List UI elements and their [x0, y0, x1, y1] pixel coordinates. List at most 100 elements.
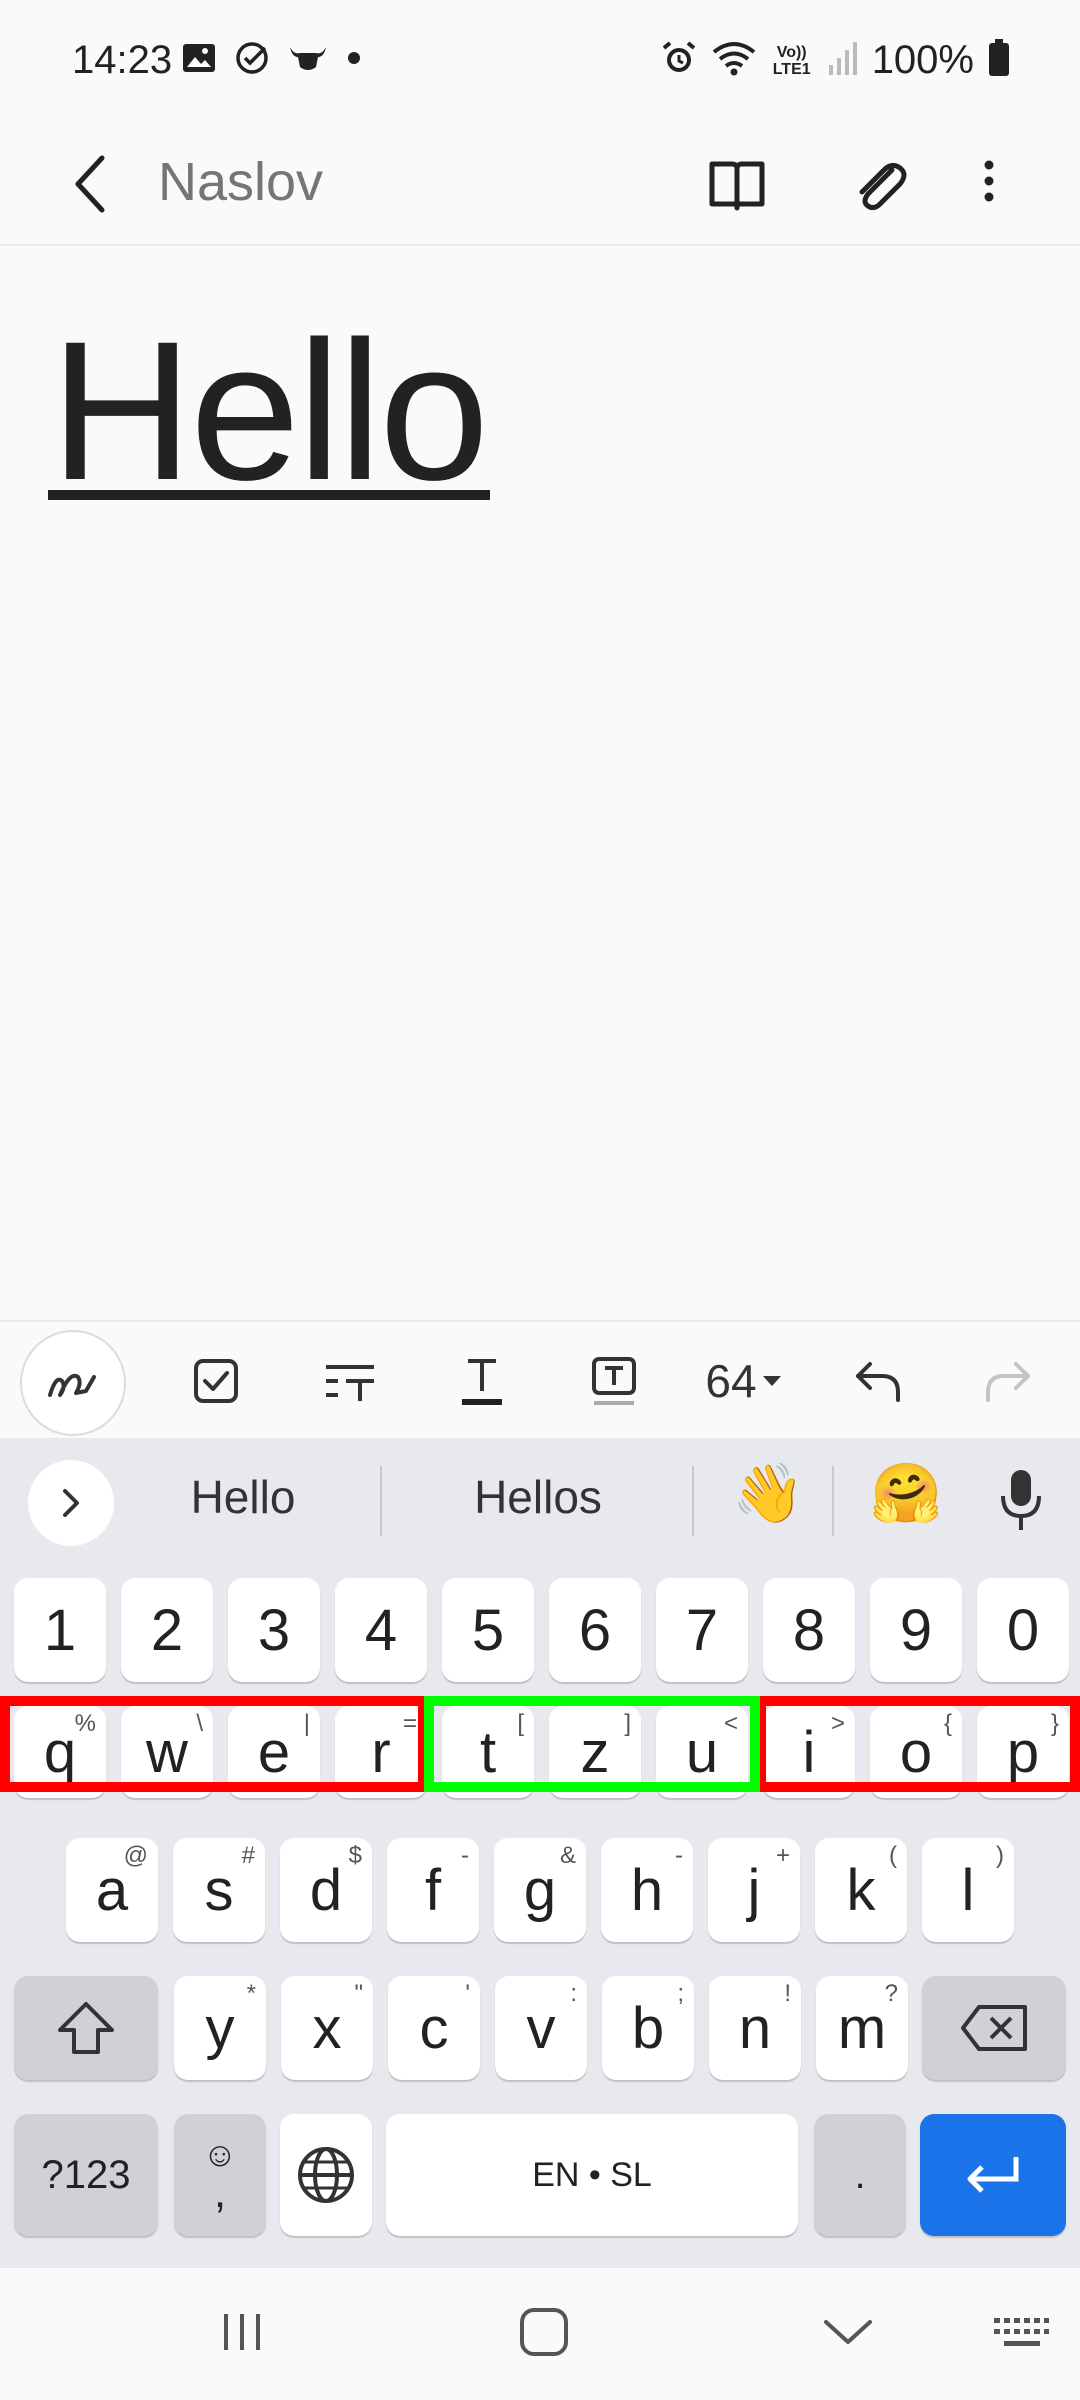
font-size-selector[interactable]: 64	[696, 1322, 792, 1440]
key-g-label: g	[523, 1857, 557, 1923]
enter-icon	[967, 2157, 1019, 2193]
paragraph-style-icon[interactable]	[320, 1322, 380, 1440]
key-n-hint: !	[784, 1980, 791, 2007]
key-k-hint: (	[889, 1842, 897, 1869]
key-v[interactable]: v:	[495, 1976, 587, 2080]
key-6[interactable]: 6	[549, 1578, 641, 1682]
signal-icon	[828, 41, 858, 80]
key-m[interactable]: m?	[816, 1976, 908, 2080]
recent-apps-icon[interactable]	[214, 2308, 270, 2361]
key-0[interactable]: 0	[977, 1578, 1069, 1682]
emoji-comma-key[interactable]: ☺,	[174, 2114, 266, 2236]
key-f[interactable]: f-	[387, 1838, 479, 1942]
status-time: 14:23	[72, 38, 173, 82]
key-l-label: l	[961, 1857, 975, 1923]
book-icon[interactable]	[706, 144, 768, 218]
backspace-key[interactable]	[922, 1976, 1066, 2080]
key-h-hint: -	[675, 1842, 683, 1869]
key-0-label: 0	[1006, 1597, 1040, 1663]
key-n[interactable]: n!	[709, 1976, 801, 2080]
suggestion-bar: Hello Hellos 👋 🤗	[0, 1438, 1080, 1562]
expand-toolbar-button[interactable]	[28, 1460, 114, 1546]
symbols-key-label: ?123	[41, 2152, 131, 2197]
key-v-label: v	[526, 1995, 556, 2061]
mic-icon[interactable]	[996, 1466, 1046, 1539]
key-3[interactable]: 3	[228, 1578, 320, 1682]
key-k[interactable]: k(	[815, 1838, 907, 1942]
key-d[interactable]: d $	[280, 1838, 372, 1942]
key-5-label: 5	[471, 1597, 505, 1663]
shift-icon	[58, 2002, 114, 2054]
key-j[interactable]: j +	[708, 1838, 800, 1942]
note-editor[interactable]: Hello	[0, 246, 1080, 1320]
key-l[interactable]: l)	[922, 1838, 1014, 1942]
bull-icon	[288, 43, 328, 78]
pen-icon[interactable]	[20, 1330, 126, 1436]
check-circle-icon	[234, 40, 270, 81]
enter-key[interactable]	[920, 2114, 1066, 2236]
undo-icon[interactable]	[848, 1322, 908, 1440]
key-l-hint: )	[996, 1842, 1004, 1869]
text-underline	[48, 490, 490, 500]
suggestion-divider	[380, 1466, 382, 1536]
key-d-label: d	[309, 1857, 343, 1923]
key-y-hint: *	[246, 1980, 256, 2007]
key-9[interactable]: 9	[870, 1578, 962, 1682]
key-v-hint: :	[570, 1980, 577, 2007]
key-y[interactable]: y *	[174, 1976, 266, 2080]
keyboard: Hello Hellos 👋 🤗 1 2 3 4 5 6 7 8 9 0 q% w \ e | r = t[z] u…	[0, 1438, 1080, 2268]
back-arrow-icon[interactable]	[60, 136, 120, 232]
app-bar	[0, 122, 1080, 244]
period-key[interactable]: .	[814, 2114, 906, 2236]
dropdown-triangle-icon	[762, 1376, 781, 1386]
key-4[interactable]: 4	[335, 1578, 427, 1682]
key-x-hint: "	[354, 1980, 363, 2007]
key-b-label: b	[631, 1995, 665, 2061]
shift-key[interactable]	[14, 1976, 158, 2080]
space-key[interactable]: EN • SL	[386, 2114, 798, 2236]
back-chevron-icon[interactable]	[818, 2312, 878, 2357]
title-input[interactable]	[158, 142, 658, 222]
key-8[interactable]: 8	[763, 1578, 855, 1682]
symbols-key[interactable]: ?123	[14, 2114, 158, 2236]
text-color-icon[interactable]	[452, 1322, 512, 1440]
key-x[interactable]: x "	[281, 1976, 373, 2080]
key-2[interactable]: 2	[121, 1578, 213, 1682]
paperclip-icon[interactable]	[848, 144, 912, 218]
space-key-label: EN • SL	[532, 2155, 652, 2194]
key-g[interactable]: g &	[494, 1838, 586, 1942]
checkbox-icon[interactable]	[186, 1322, 246, 1440]
key-x-label: x	[312, 1995, 342, 2061]
language-key[interactable]	[280, 2114, 372, 2236]
key-6-label: 6	[578, 1597, 612, 1663]
hugging-face-emoji[interactable]: 🤗	[870, 1460, 942, 1528]
key-4-label: 4	[364, 1597, 398, 1663]
chevron-right-icon	[63, 1489, 79, 1517]
key-1[interactable]: 1	[14, 1578, 106, 1682]
suggestion-word-1[interactable]: Hello	[160, 1470, 326, 1524]
keyboard-icon[interactable]	[992, 2314, 1050, 2359]
key-7[interactable]: 7	[656, 1578, 748, 1682]
key-s[interactable]: s #	[173, 1838, 265, 1942]
key-c[interactable]: c '	[388, 1976, 480, 2080]
home-icon[interactable]	[514, 2306, 574, 2363]
key-m-label: m	[837, 1995, 887, 2061]
key-b[interactable]: b;	[602, 1976, 694, 2080]
redo-icon[interactable]	[978, 1322, 1038, 1440]
key-1-label: 1	[43, 1597, 77, 1663]
font-size-value: 64	[705, 1355, 757, 1407]
key-j-hint: +	[775, 1842, 790, 1869]
text-box-icon[interactable]	[584, 1322, 644, 1440]
gallery-icon	[182, 43, 216, 78]
key-a[interactable]: a @	[66, 1838, 158, 1942]
suggestion-divider	[692, 1466, 694, 1536]
waving-hand-emoji[interactable]: 👋	[732, 1460, 804, 1528]
key-h[interactable]: h-	[601, 1838, 693, 1942]
key-k-label: k	[846, 1857, 876, 1923]
note-text[interactable]: Hello	[50, 306, 489, 516]
key-j-label: j	[747, 1857, 761, 1923]
suggestion-word-2[interactable]: Hellos	[438, 1470, 638, 1524]
more-vert-icon[interactable]	[970, 144, 1008, 218]
key-5[interactable]: 5	[442, 1578, 534, 1682]
volte-icon: Vo)) LTE1	[772, 43, 811, 78]
